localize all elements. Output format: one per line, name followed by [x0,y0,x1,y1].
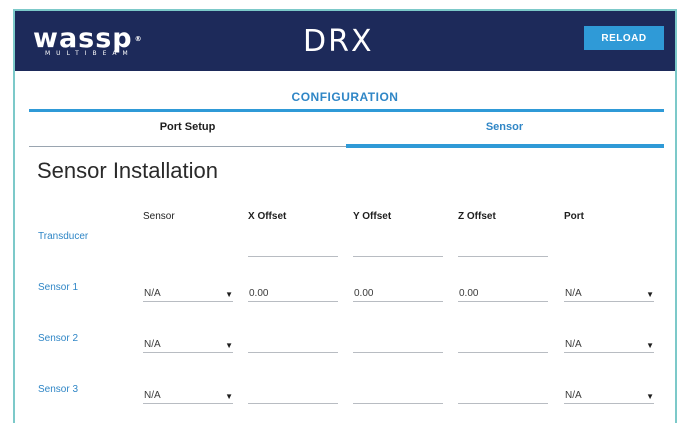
row-label-sensor-2: Sensor 2 [38,333,79,344]
tab-sensor[interactable]: Sensor [346,121,663,133]
sensor-2-z-offset-input[interactable] [458,338,548,353]
dropdown-arrow-icon: ▼ [646,392,654,401]
row-label-sensor-1: Sensor 1 [38,282,79,293]
sensor-3-sensor-select[interactable]: N/A ▼ [143,389,233,404]
sensor-3-port-value: N/A [565,390,582,401]
sensor-1-sensor-select[interactable]: N/A ▼ [143,287,233,302]
dropdown-arrow-icon: ▼ [225,392,233,401]
sensor-3-x-offset-input[interactable] [248,389,338,404]
sensor-2-port-select[interactable]: N/A ▼ [564,338,654,353]
section-title: Sensor Installation [37,158,218,183]
sensor-2-sensor-value: N/A [144,339,161,350]
tab-underline-sensor-active [346,144,664,148]
column-header-port: Port [564,211,584,222]
app-header: wassp ® MULTIBEAM DRX RELOAD [15,11,675,71]
sensor-2-sensor-select[interactable]: N/A ▼ [143,338,233,353]
dropdown-arrow-icon: ▼ [646,290,654,299]
tab-underline-port-setup [29,146,346,147]
app-frame: wassp ® MULTIBEAM DRX RELOAD CONFIGURATIO… [13,9,677,423]
wassp-logo: wassp ® MULTIBEAM [33,23,143,57]
column-header-x-offset: X Offset [248,211,287,222]
reload-button[interactable]: RELOAD [584,26,664,50]
transducer-x-offset-input[interactable] [248,242,338,257]
dropdown-arrow-icon: ▼ [225,290,233,299]
row-label-transducer: Transducer [38,231,89,242]
sensor-1-sensor-value: N/A [144,288,161,299]
sensor-2-x-offset-input[interactable] [248,338,338,353]
dropdown-arrow-icon: ▼ [646,341,654,350]
row-label-sensor-3: Sensor 3 [38,384,79,395]
transducer-y-offset-input[interactable] [353,242,443,257]
transducer-z-offset-input[interactable] [458,242,548,257]
sensor-1-port-select[interactable]: N/A ▼ [564,287,654,302]
sensor-2-port-value: N/A [565,339,582,350]
tab-port-setup[interactable]: Port Setup [29,121,346,133]
sensor-1-z-offset-input[interactable]: 0.00 [458,287,548,302]
sensor-3-port-select[interactable]: N/A ▼ [564,389,654,404]
sensor-3-y-offset-input[interactable] [353,389,443,404]
sensor-1-port-value: N/A [565,288,582,299]
column-header-y-offset: Y Offset [353,211,392,222]
page-title: CONFIGURATION [291,90,399,104]
sensor-3-z-offset-input[interactable] [458,389,548,404]
sensor-3-sensor-value: N/A [144,390,161,401]
sensor-1-x-offset-input[interactable]: 0.00 [248,287,338,302]
logo-wordmark: wassp ® [33,23,143,54]
sensor-2-y-offset-input[interactable] [353,338,443,353]
dropdown-arrow-icon: ▼ [225,341,233,350]
title-divider [29,109,664,112]
column-header-sensor: Sensor [143,211,175,222]
logo-subtitle: MULTIBEAM [45,50,134,57]
product-name: DRX [303,24,374,59]
column-header-z-offset: Z Offset [458,211,496,222]
sensor-1-y-offset-input[interactable]: 0.00 [353,287,443,302]
